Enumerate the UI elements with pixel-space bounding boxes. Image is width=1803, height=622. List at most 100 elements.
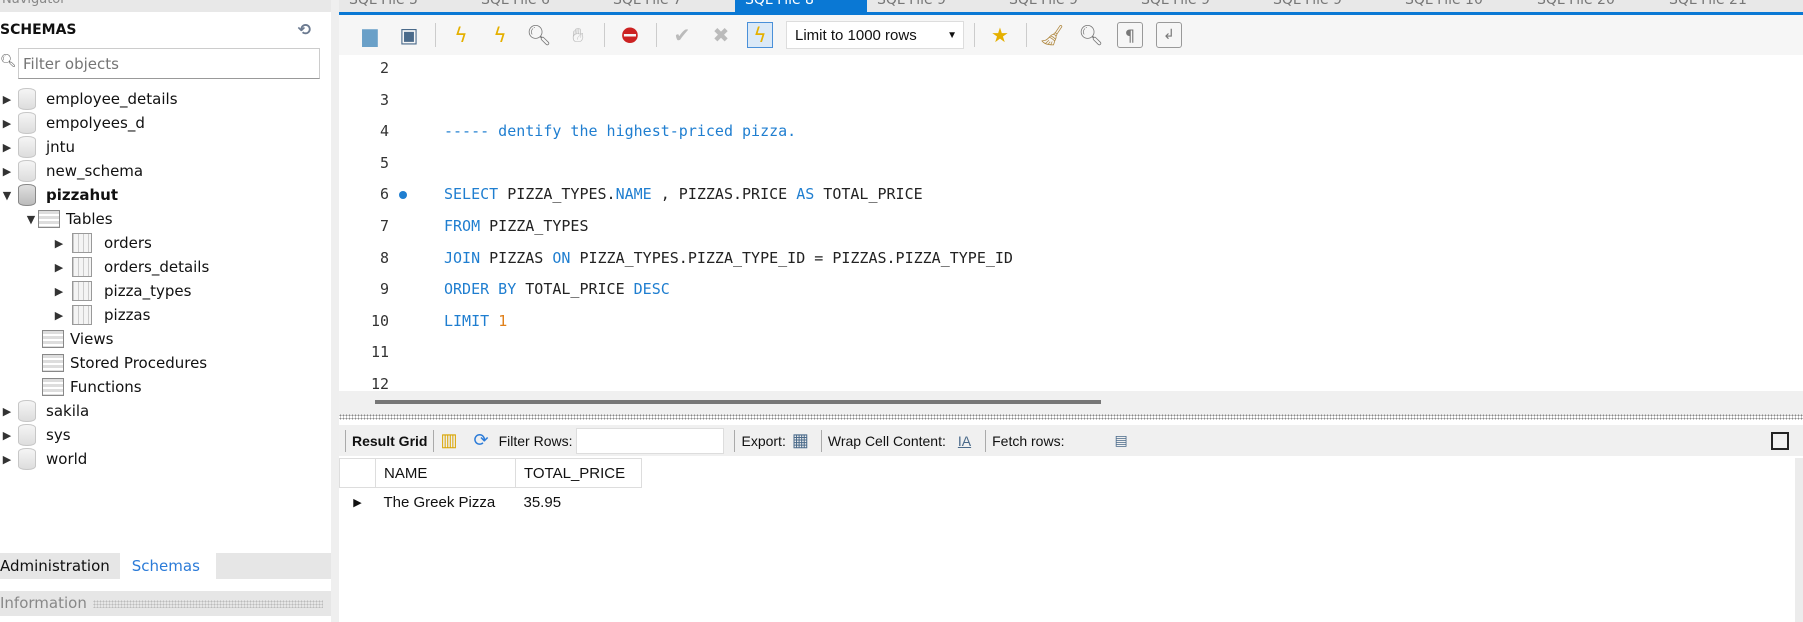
execute-current-icon[interactable]: ϟ — [487, 22, 513, 48]
line-number: 10 — [370, 311, 389, 330]
tab-schemas[interactable]: Schemas — [119, 553, 216, 579]
editor-toolbar: ▆ ▣ ϟ ϟ 🔍︎ ✋︎ ⛔︎ ✔ ✖ ϟ Limit to 1000 row… — [339, 15, 1803, 55]
collapsed-arrow-icon[interactable]: ▶ — [52, 285, 66, 298]
commit-icon[interactable]: ✔ — [669, 22, 695, 48]
expanded-arrow-icon[interactable]: ▼ — [0, 189, 14, 202]
column-header-total-price[interactable]: TOTAL_PRICE — [515, 458, 642, 488]
database-icon — [18, 424, 36, 446]
code-token: PIZZA_TYPES.PIZZA_TYPE_ID = PIZZAS.PIZZA… — [570, 248, 1013, 267]
toggle-error-icon[interactable]: ⛔︎ — [617, 22, 643, 48]
tab-sql-file[interactable]: SQL File 10 — [1395, 0, 1527, 12]
collapsed-arrow-icon[interactable]: ▶ — [52, 261, 66, 274]
code-token: LIMIT — [444, 311, 490, 330]
save-icon[interactable]: ▣ — [396, 22, 422, 48]
schema-item-empolyees_d[interactable]: ▶ empolyees_d — [0, 111, 331, 135]
functions-node[interactable]: Functions — [0, 375, 331, 399]
separator — [604, 23, 605, 47]
collapsed-arrow-icon[interactable]: ▶ — [0, 453, 14, 466]
schema-item-pizzahut[interactable]: ▼ pizzahut — [0, 183, 331, 207]
code-token: ----- dentify the highest-priced pizza. — [444, 122, 797, 141]
stop-icon[interactable]: ✋︎ — [565, 22, 591, 48]
schema-item-employee_details[interactable]: ▶ employee_details — [0, 87, 331, 111]
export-icon[interactable]: ▦ — [792, 430, 809, 451]
word-wrap-icon[interactable]: ↲ — [1156, 22, 1182, 48]
result-grid-tab[interactable]: Result Grid — [352, 433, 427, 449]
cell-name[interactable]: The Greek Pizza — [376, 488, 516, 517]
schema-item-new_schema[interactable]: ▶ new_schema — [0, 159, 331, 183]
tables-label: Tables — [66, 210, 113, 228]
collapsed-arrow-icon[interactable]: ▶ — [52, 309, 66, 322]
schema-name: pizzahut — [46, 186, 118, 204]
table-name: orders_details — [104, 258, 210, 276]
code-token: ON — [552, 248, 571, 267]
sql-editor[interactable]: 2 3 4 ----- dentify the highest-priced pizz… — [339, 55, 1803, 391]
table-item-pizza_types[interactable]: ▶ pizza_types — [0, 279, 331, 303]
table-item-orders[interactable]: ▶ orders — [0, 231, 331, 255]
wrap-cell-icon[interactable]: IA — [958, 433, 971, 449]
separator — [974, 23, 975, 47]
tab-sql-file[interactable]: SQL File 9 — [867, 0, 999, 12]
filter-objects-input[interactable] — [18, 48, 320, 79]
tables-node[interactable]: ▼ Tables — [0, 207, 331, 231]
refresh-icon[interactable]: ⟲ — [298, 20, 311, 39]
tab-sql-file[interactable]: SQL File 9 — [1263, 0, 1395, 12]
database-icon — [18, 184, 36, 206]
collapsed-arrow-icon[interactable]: ▶ — [0, 93, 14, 106]
tab-sql-file[interactable]: SQL File 6 — [471, 0, 603, 12]
open-file-icon[interactable]: ▆ — [357, 22, 383, 48]
tab-administration[interactable]: Administration — [0, 553, 120, 579]
database-icon — [18, 136, 36, 158]
tab-sql-file[interactable]: SQL File 8 — [735, 0, 867, 12]
procedures-node[interactable]: Stored Procedures — [0, 351, 331, 375]
schema-item-sakila[interactable]: ▶ sakila — [0, 399, 331, 423]
filter-rows-input[interactable] — [576, 427, 725, 454]
information-panel[interactable]: Information — [0, 591, 331, 616]
schema-item-sys[interactable]: ▶ sys — [0, 423, 331, 447]
beautify-icon[interactable]: 🧹︎ — [1039, 22, 1065, 48]
tab-sql-file[interactable]: SQL File 20 — [1527, 0, 1659, 12]
schema-item-jntu[interactable]: ▶ jntu — [0, 135, 331, 159]
autocommit-icon[interactable]: ϟ — [747, 22, 773, 48]
tab-sql-file[interactable]: SQL File 5 — [339, 0, 471, 12]
column-header-name[interactable]: NAME — [375, 458, 516, 488]
limit-rows-select[interactable]: Limit to 1000 rows ▼ — [786, 21, 964, 49]
horizontal-scrollbar[interactable] — [339, 391, 1803, 415]
collapsed-arrow-icon[interactable]: ▶ — [0, 405, 14, 418]
schema-item-world[interactable]: ▶ world — [0, 447, 331, 471]
execute-icon[interactable]: ϟ — [448, 22, 474, 48]
table-row[interactable]: ▶ The Greek Pizza 35.95 — [340, 488, 642, 517]
code-line: FROM PIZZA_TYPES — [444, 217, 589, 235]
result-splitter[interactable] — [339, 414, 1803, 420]
rollback-icon[interactable]: ✖ — [708, 22, 734, 48]
views-node[interactable]: Views — [0, 327, 331, 351]
scrollbar-thumb[interactable] — [375, 400, 1101, 404]
find-icon[interactable]: 🔍︎ — [1078, 22, 1104, 48]
invisible-chars-icon[interactable]: ¶ — [1117, 22, 1143, 48]
collapsed-arrow-icon[interactable]: ▶ — [0, 429, 14, 442]
refresh-icon[interactable]: ⟳ — [473, 430, 488, 451]
views-label: Views — [70, 330, 114, 348]
functions-folder-icon — [42, 378, 64, 396]
collapsed-arrow-icon[interactable]: ▶ — [0, 117, 14, 130]
tab-sql-file[interactable]: SQL File 7 — [603, 0, 735, 12]
collapsed-arrow-icon[interactable]: ▶ — [52, 237, 66, 250]
expanded-arrow-icon[interactable]: ▼ — [24, 213, 38, 226]
table-item-orders_details[interactable]: ▶ orders_details — [0, 255, 331, 279]
tab-sql-file[interactable]: SQL File 21 — [1659, 0, 1791, 12]
toggle-panel-icon[interactable] — [1771, 431, 1789, 450]
schema-name: new_schema — [46, 162, 144, 180]
add-snippet-icon[interactable]: ★ — [987, 22, 1013, 48]
tab-sql-file[interactable]: SQL File 9 — [999, 0, 1131, 12]
collapsed-arrow-icon[interactable]: ▶ — [0, 141, 14, 154]
collapsed-arrow-icon[interactable]: ▶ — [0, 165, 14, 178]
line-number: 5 — [379, 153, 389, 172]
explain-icon[interactable]: 🔍︎ — [526, 22, 552, 48]
vertical-scrollbar[interactable] — [1795, 458, 1803, 622]
result-grid: NAME TOTAL_PRICE ▶ The Greek Pizza 35.95 — [339, 458, 642, 517]
panel-splitter[interactable] — [331, 0, 339, 622]
table-item-pizzas[interactable]: ▶ pizzas — [0, 303, 331, 327]
fetch-rows-icon[interactable]: ▤ — [1114, 432, 1127, 449]
tab-sql-file[interactable]: SQL File 9 — [1131, 0, 1263, 12]
grid-view-icon[interactable]: ▥ — [440, 430, 457, 451]
cell-total-price[interactable]: 35.95 — [516, 488, 642, 517]
